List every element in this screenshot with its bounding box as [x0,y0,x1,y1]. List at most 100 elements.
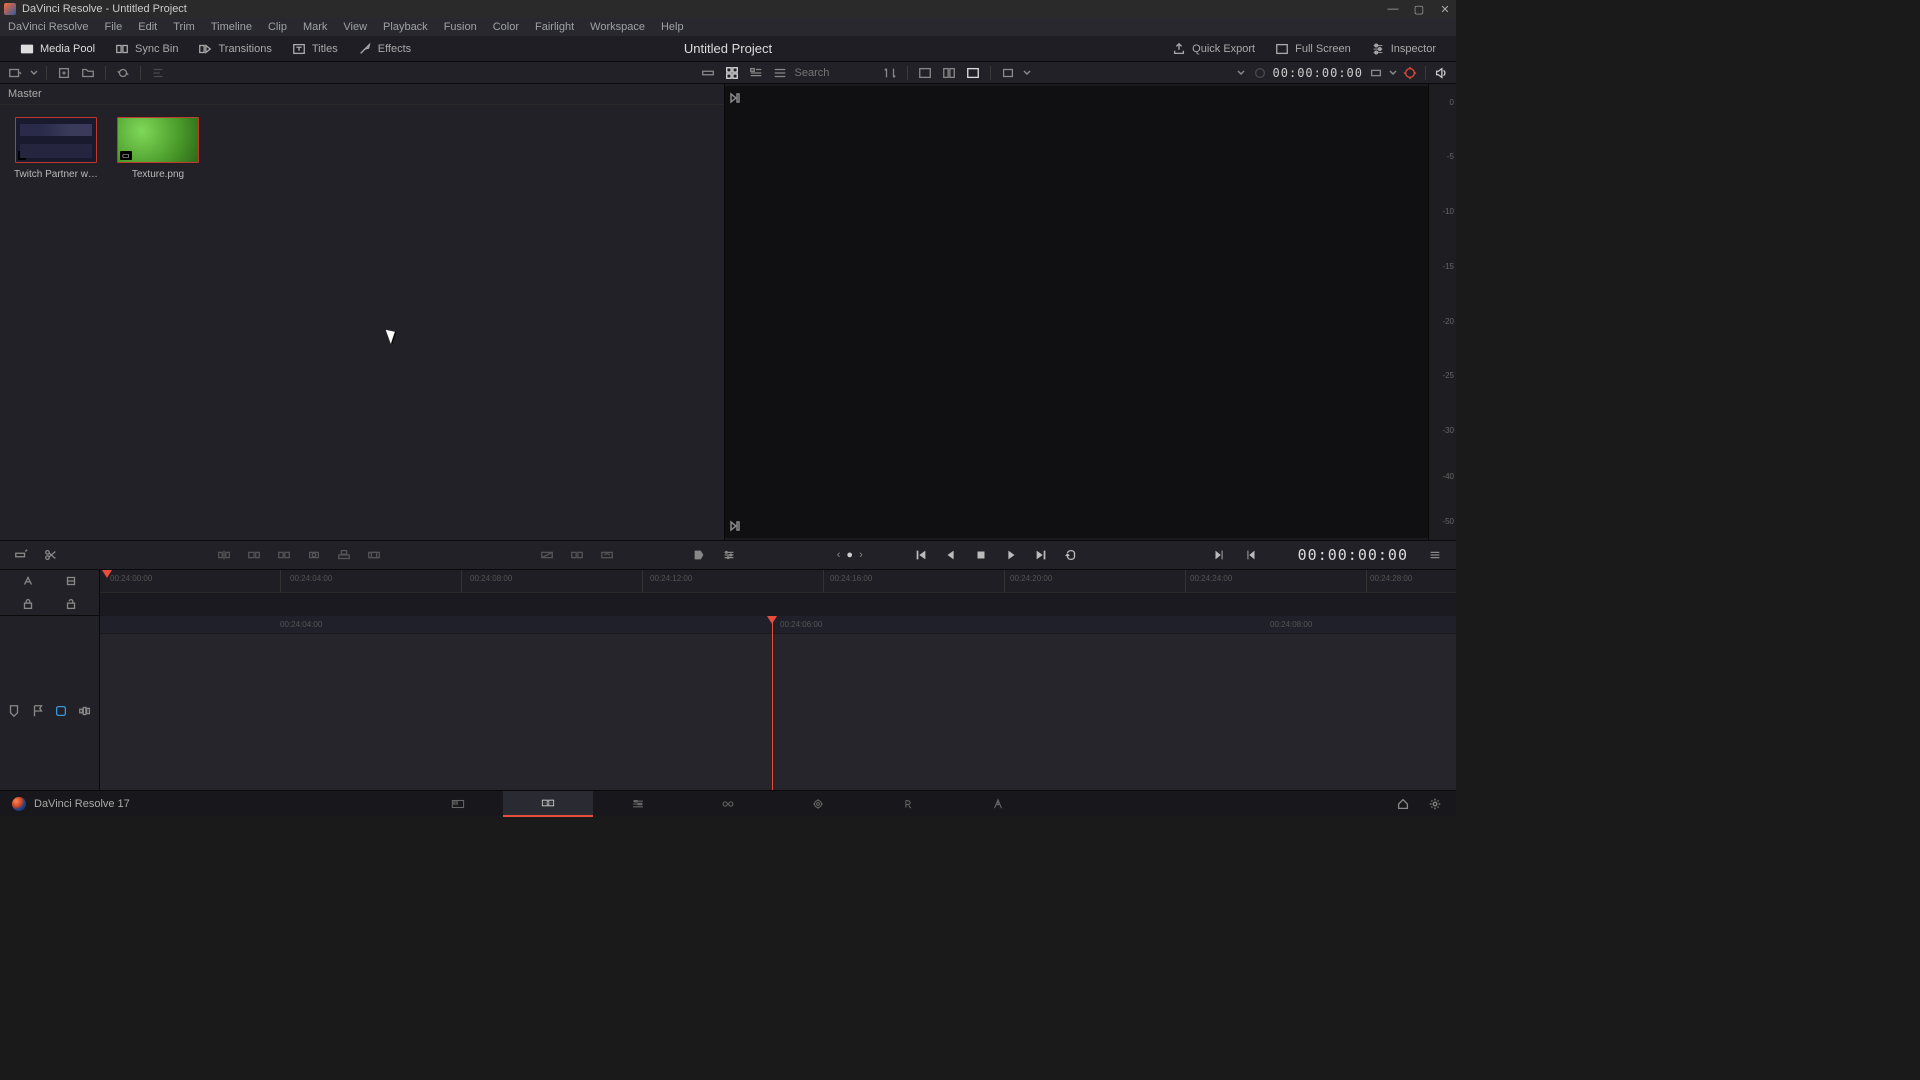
timeline-timecode[interactable]: 00:00:00:00 [1298,546,1408,564]
source-timecode[interactable]: 00:00:00:00 [1273,66,1363,80]
timeline-options-icon[interactable] [688,544,710,566]
minimize-button[interactable]: — [1386,3,1400,16]
media-clip[interactable]: ♪ Twitch Partner we... [14,117,98,180]
color-icon[interactable] [54,703,70,719]
split-clip-icon[interactable] [40,544,62,566]
next-edit-button[interactable] [1207,545,1231,565]
audio-track-icon[interactable] [77,703,93,719]
timeline-view-b-icon[interactable] [62,573,80,589]
track-header[interactable] [0,616,100,806]
clip-thumbnail[interactable]: ♪ [15,117,97,163]
page-deliver[interactable] [953,791,1043,817]
page-fusion[interactable] [683,791,773,817]
timeline-track-area[interactable]: 00:24:04:00 00:24:06:00 00:24:08:00 [100,616,1456,806]
transitions-tab[interactable]: Transitions [188,39,281,59]
chevron-down-icon[interactable] [30,65,38,81]
menu-file[interactable]: File [97,19,131,35]
viewer-dual-icon[interactable] [940,65,958,81]
page-fairlight[interactable] [863,791,953,817]
menu-view[interactable]: View [335,19,375,35]
safe-area-icon[interactable] [999,65,1017,81]
media-pool-tab[interactable]: Media Pool [10,39,105,59]
viewer-cinema-icon[interactable] [964,65,982,81]
stop-button[interactable] [969,545,993,565]
menu-workspace[interactable]: Workspace [582,19,653,35]
lock-playhead-icon[interactable] [19,596,37,612]
settings-icon[interactable] [1426,796,1444,812]
sync-bin-tab[interactable]: Sync Bin [105,39,188,59]
skip-forward-icon[interactable] [729,520,741,532]
flag-icon[interactable] [30,703,46,719]
close-up-icon[interactable] [303,544,325,566]
metadata-view-icon[interactable] [747,65,765,81]
jog-control[interactable]: ‹●› [837,549,863,561]
menu-help[interactable]: Help [653,19,692,35]
menu-trim[interactable]: Trim [165,19,203,35]
import-folder-icon[interactable] [79,65,97,81]
page-cut[interactable] [503,791,593,817]
upper-playhead[interactable] [102,570,112,580]
go-to-end-button[interactable] [1029,545,1053,565]
go-to-start-button[interactable] [909,545,933,565]
cut-transition-icon[interactable] [566,544,588,566]
import-media-icon[interactable] [55,65,73,81]
viewer-display[interactable] [725,86,1428,538]
play-button[interactable] [999,545,1023,565]
place-on-top-icon[interactable] [333,544,355,566]
viewer-single-icon[interactable] [916,65,934,81]
menu-clip[interactable]: Clip [260,19,295,35]
list-view-icon[interactable] [771,65,789,81]
full-screen-button[interactable]: Full Screen [1265,39,1361,59]
menu-edit[interactable]: Edit [130,19,165,35]
bin-path[interactable]: Master [0,84,724,105]
inspector-button[interactable]: Inspector [1361,39,1446,59]
append-icon[interactable] [243,544,265,566]
prev-edit-button[interactable] [1239,545,1263,565]
tools-icon[interactable] [1401,65,1419,81]
menu-mark[interactable]: Mark [295,19,335,35]
prev-frame-button[interactable] [939,545,963,565]
home-icon[interactable] [1394,796,1412,812]
page-media[interactable] [413,791,503,817]
boring-detector-icon[interactable] [10,544,32,566]
strip-view-icon[interactable] [699,65,717,81]
menu-timeline[interactable]: Timeline [203,19,260,35]
skip-forward-icon[interactable] [729,92,741,104]
source-overwrite-icon[interactable] [363,544,385,566]
menu-color[interactable]: Color [485,19,527,35]
quick-export-button[interactable]: Quick Export [1162,39,1265,59]
page-edit[interactable] [593,791,683,817]
loop-button[interactable] [1059,545,1083,565]
chevron-down-icon[interactable] [1023,65,1031,81]
timeline-menu-icon[interactable] [1424,544,1446,566]
menu-fusion[interactable]: Fusion [436,19,485,35]
timecode-settings-icon[interactable] [1367,65,1385,81]
ripple-overwrite-icon[interactable] [273,544,295,566]
effects-tab[interactable]: Effects [348,39,421,59]
media-grid[interactable]: ♪ Twitch Partner we... ▭ Texture.png [0,105,724,192]
smooth-cut-icon[interactable] [596,544,618,566]
chevron-down-icon[interactable] [1237,65,1245,81]
smart-insert-icon[interactable] [213,544,235,566]
media-clip[interactable]: ▭ Texture.png [116,117,200,180]
record-icon[interactable] [1251,65,1269,81]
close-button[interactable]: ✕ [1438,3,1452,16]
free-playhead-icon[interactable] [62,596,80,612]
thumbnail-view-icon[interactable] [723,65,741,81]
dissolve-icon[interactable] [536,544,558,566]
timeline-view-a-icon[interactable] [19,573,37,589]
metadata-icon[interactable] [149,65,167,81]
playhead-line[interactable] [772,616,773,806]
sync-timeline-icon[interactable] [718,544,740,566]
search-input[interactable] [795,67,875,79]
upper-timeline-ruler[interactable]: 00:24:00:00 00:24:04:00 00:24:08:00 00:2… [100,570,1456,615]
marker-icon[interactable] [6,703,22,719]
menu-playback[interactable]: Playback [375,19,436,35]
chevron-down-icon[interactable] [1389,65,1397,81]
page-color[interactable] [773,791,863,817]
import-menu-icon[interactable] [6,65,24,81]
menu-fairlight[interactable]: Fairlight [527,19,582,35]
sync-icon[interactable] [114,65,132,81]
maximize-button[interactable]: ▢ [1412,3,1426,16]
playhead-marker[interactable] [767,616,777,626]
